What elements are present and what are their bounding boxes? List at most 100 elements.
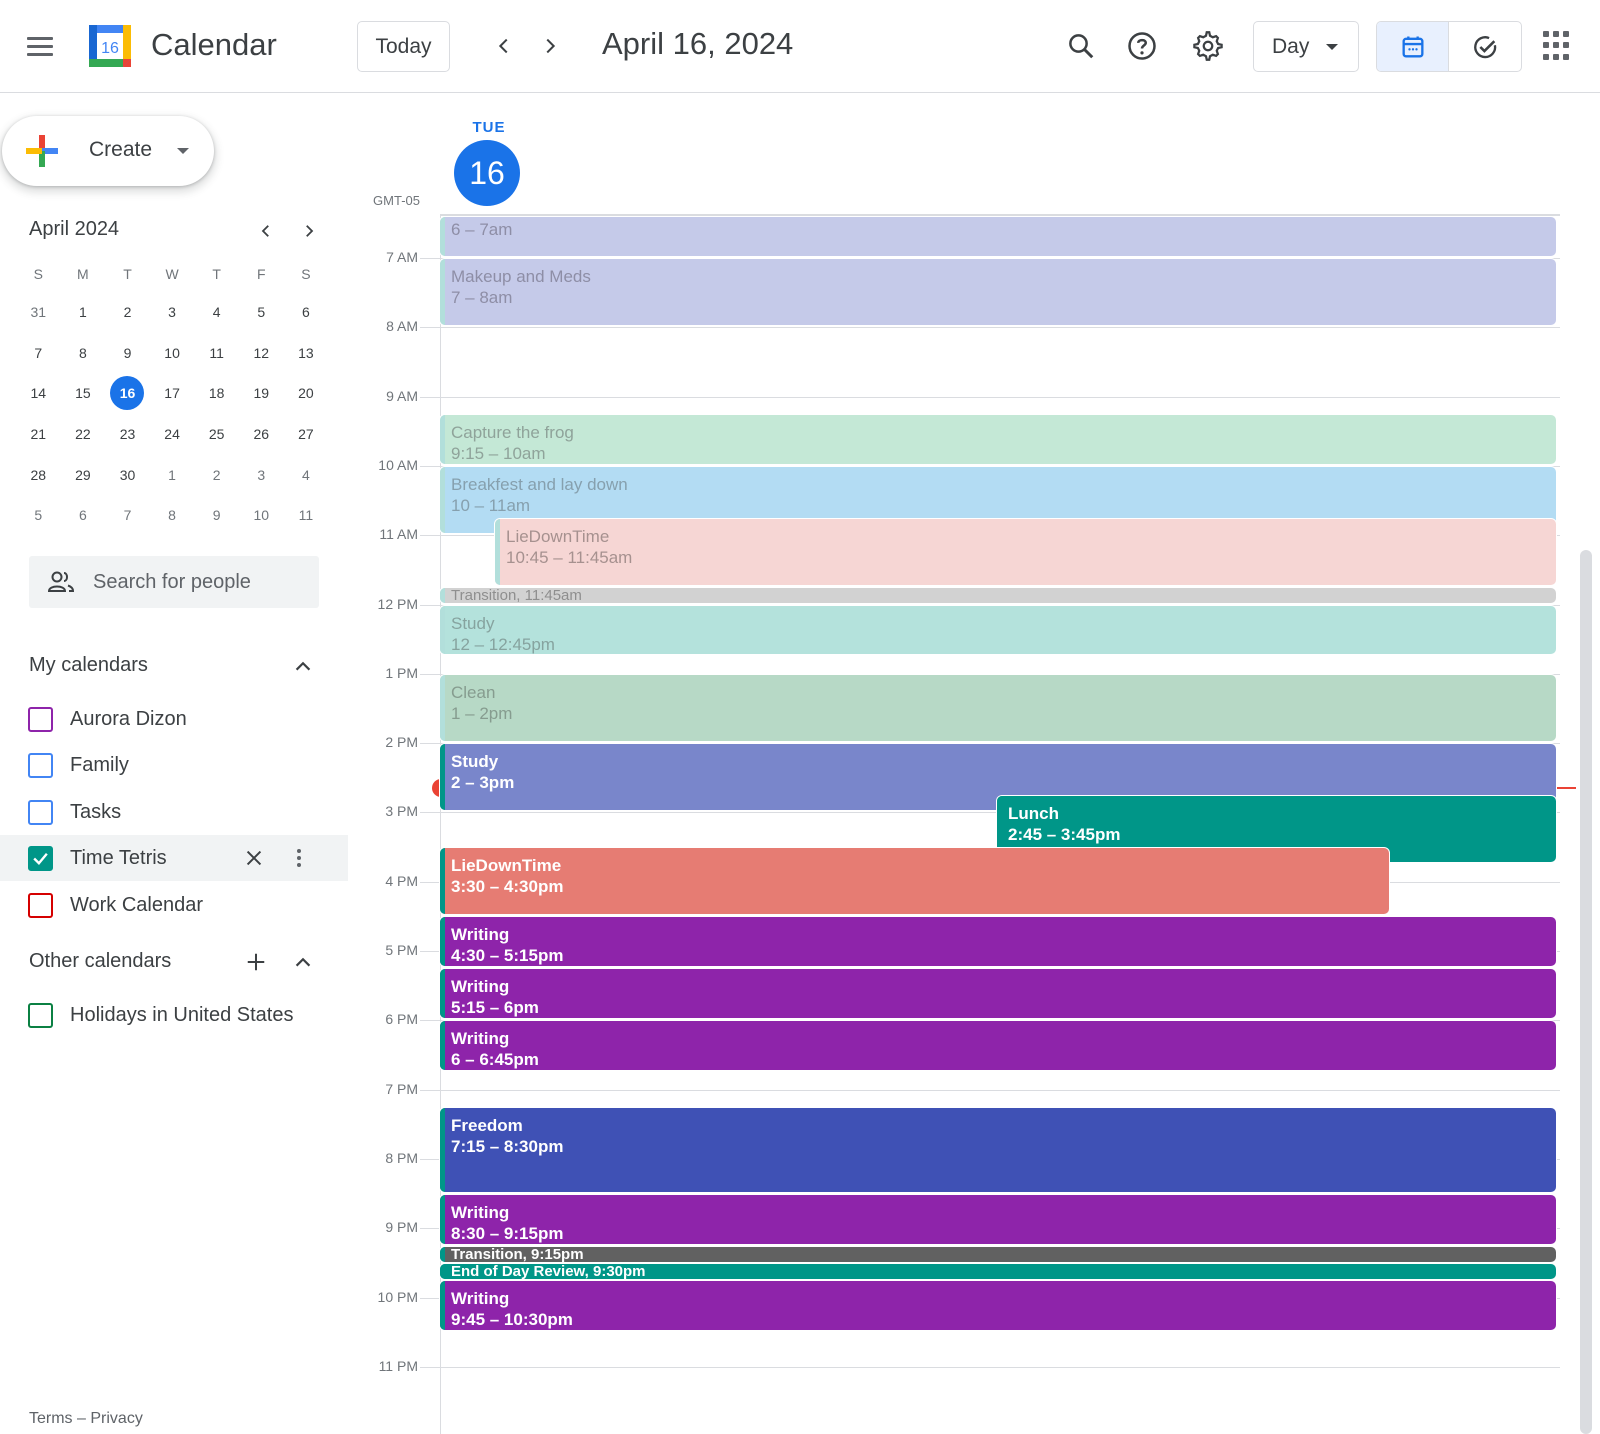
calendar-item[interactable]: Work Calendar bbox=[0, 882, 348, 928]
calendar-checkbox[interactable] bbox=[28, 846, 53, 872]
mini-calendar-day[interactable]: 10 bbox=[150, 333, 195, 374]
mini-calendar-day[interactable]: 11 bbox=[284, 495, 329, 536]
terms-link[interactable]: Terms bbox=[29, 1410, 73, 1427]
scrollbar[interactable] bbox=[1580, 550, 1592, 1434]
mini-calendar-day[interactable]: 25 bbox=[194, 414, 239, 455]
calendar-item[interactable]: Holidays in United States bbox=[0, 992, 348, 1038]
mini-calendar-day[interactable]: 20 bbox=[284, 373, 329, 414]
calendar-event[interactable]: Transition, 9:15pm bbox=[440, 1246, 1556, 1262]
calendar-event[interactable]: LieDownTime 10:45 – 11:45am bbox=[495, 518, 1556, 586]
mini-calendar-day[interactable]: 9 bbox=[194, 495, 239, 536]
mini-calendar-day[interactable]: 24 bbox=[150, 414, 195, 455]
mini-calendar-day[interactable]: 8 bbox=[61, 333, 106, 374]
mini-calendar-day[interactable]: 30 bbox=[105, 454, 150, 495]
mini-calendar-day[interactable]: 5 bbox=[239, 292, 284, 333]
create-button[interactable]: Create bbox=[2, 116, 214, 186]
mini-calendar-prev-button[interactable] bbox=[251, 216, 281, 246]
mini-calendar-day[interactable]: 28 bbox=[16, 454, 61, 495]
mini-calendar-day[interactable]: 23 bbox=[105, 414, 150, 455]
search-button[interactable] bbox=[1060, 25, 1102, 67]
calendar-item[interactable]: Time Tetris bbox=[0, 835, 348, 882]
mini-calendar-day[interactable]: 21 bbox=[16, 414, 61, 455]
help-button[interactable] bbox=[1121, 25, 1163, 67]
mini-calendar-day-selected[interactable]: 16 bbox=[105, 373, 150, 414]
collapse-my-calendars-button[interactable] bbox=[288, 651, 318, 681]
mini-calendar-day[interactable]: 2 bbox=[105, 292, 150, 333]
mini-calendar-day[interactable]: 7 bbox=[16, 333, 61, 374]
calendar-event[interactable]: 6 – 7am bbox=[440, 217, 1556, 256]
mini-calendar-day[interactable]: 12 bbox=[239, 333, 284, 374]
calendar-item[interactable]: Family bbox=[0, 742, 348, 788]
mini-calendar-day[interactable]: 1 bbox=[150, 454, 195, 495]
remove-calendar-button[interactable] bbox=[239, 843, 269, 873]
calendar-view-toggle[interactable] bbox=[1377, 22, 1449, 71]
today-button[interactable]: Today bbox=[357, 21, 450, 72]
tasks-view-toggle[interactable] bbox=[1449, 22, 1521, 71]
calendar-checkbox[interactable] bbox=[28, 892, 53, 918]
view-selector[interactable]: Day bbox=[1253, 21, 1359, 72]
calendar-event[interactable]: Writing 4:30 – 5:15pm bbox=[440, 917, 1556, 967]
search-people-input[interactable]: Search for people bbox=[29, 556, 319, 608]
calendar-item[interactable]: Tasks bbox=[0, 789, 348, 835]
calendar-event[interactable]: Makeup and Meds 7 – 8am bbox=[440, 259, 1556, 326]
previous-day-button[interactable] bbox=[486, 28, 522, 64]
day-number[interactable]: 16 bbox=[454, 140, 520, 206]
mini-calendar-day[interactable]: 4 bbox=[284, 454, 329, 495]
mini-calendar-next-button[interactable] bbox=[294, 216, 324, 246]
main-menu-icon[interactable] bbox=[20, 26, 60, 66]
privacy-link[interactable]: Privacy bbox=[90, 1410, 142, 1427]
mini-calendar-day[interactable]: 3 bbox=[239, 454, 284, 495]
collapse-other-calendars-button[interactable] bbox=[288, 947, 318, 977]
calendar-event[interactable]: Freedom 7:15 – 8:30pm bbox=[440, 1107, 1556, 1192]
calendar-checkbox[interactable] bbox=[28, 799, 53, 825]
calendar-event[interactable]: Writing 9:45 – 10:30pm bbox=[440, 1281, 1556, 1331]
more-options-icon[interactable] bbox=[287, 843, 311, 873]
mini-calendar-day[interactable]: 2 bbox=[194, 454, 239, 495]
chevron-right-icon bbox=[546, 38, 556, 54]
mini-calendar-day[interactable]: 19 bbox=[239, 373, 284, 414]
my-calendars-title[interactable]: My calendars bbox=[29, 654, 148, 677]
calendar-checkbox[interactable] bbox=[28, 707, 53, 732]
mini-calendar-day[interactable]: 4 bbox=[194, 292, 239, 333]
mini-calendar-day[interactable]: 6 bbox=[284, 292, 329, 333]
mini-calendar-day[interactable]: 14 bbox=[16, 373, 61, 414]
calendar-checkbox[interactable] bbox=[28, 1003, 53, 1028]
calendar-event[interactable]: Transition, 11:45am bbox=[440, 588, 1556, 604]
calendar-item[interactable]: Aurora Dizon bbox=[0, 696, 348, 742]
mini-calendar-day[interactable]: 7 bbox=[105, 495, 150, 536]
calendar-event[interactable]: Writing 5:15 – 6pm bbox=[440, 969, 1556, 1019]
mini-calendar-day[interactable]: 3 bbox=[150, 292, 195, 333]
chevron-left-icon bbox=[261, 225, 269, 237]
calendar-event[interactable]: End of Day Review, 9:30pm bbox=[440, 1263, 1556, 1279]
mini-calendar-day[interactable]: 5 bbox=[16, 495, 61, 536]
calendar-checkbox[interactable] bbox=[28, 753, 53, 779]
mini-calendar-day[interactable]: 31 bbox=[16, 292, 61, 333]
calendar-event[interactable]: LieDownTime 3:30 – 4:30pm bbox=[440, 848, 1389, 915]
mini-calendar-day[interactable]: 10 bbox=[239, 495, 284, 536]
mini-calendar-day[interactable]: 11 bbox=[194, 333, 239, 374]
mini-calendar-day[interactable]: 27 bbox=[284, 414, 329, 455]
mini-calendar-day[interactable]: 1 bbox=[61, 292, 106, 333]
calendar-event[interactable]: Capture the frog 9:15 – 10am bbox=[440, 414, 1556, 464]
mini-calendar-day[interactable]: 13 bbox=[284, 333, 329, 374]
settings-button[interactable] bbox=[1187, 25, 1229, 67]
mini-calendar-day[interactable]: 29 bbox=[61, 454, 106, 495]
mini-calendar-day[interactable]: 15 bbox=[61, 373, 106, 414]
calendar-event[interactable]: Writing 6 – 6:45pm bbox=[440, 1021, 1556, 1071]
calendar-event[interactable]: Clean 1 – 2pm bbox=[440, 674, 1556, 742]
mini-calendar-day[interactable]: 22 bbox=[61, 414, 106, 455]
next-day-button[interactable] bbox=[532, 28, 568, 64]
calendar-event[interactable]: Writing 8:30 – 9:15pm bbox=[440, 1194, 1556, 1244]
mini-calendar-day[interactable]: 17 bbox=[150, 373, 195, 414]
mini-calendar-day[interactable]: 6 bbox=[61, 495, 106, 536]
calendar-event[interactable]: Study 12 – 12:45pm bbox=[440, 605, 1556, 655]
mini-calendar-day[interactable]: 26 bbox=[239, 414, 284, 455]
calendar-logo-icon[interactable]: 16 bbox=[87, 23, 133, 69]
create-dropdown-caret-icon[interactable] bbox=[177, 148, 189, 154]
mini-calendar-day[interactable]: 9 bbox=[105, 333, 150, 374]
mini-calendar-day[interactable]: 8 bbox=[150, 495, 195, 536]
mini-calendar-day[interactable]: 18 bbox=[194, 373, 239, 414]
apps-grid-icon[interactable] bbox=[1543, 31, 1573, 61]
add-other-calendar-button[interactable] bbox=[241, 947, 271, 977]
other-calendars-title[interactable]: Other calendars bbox=[29, 950, 171, 973]
